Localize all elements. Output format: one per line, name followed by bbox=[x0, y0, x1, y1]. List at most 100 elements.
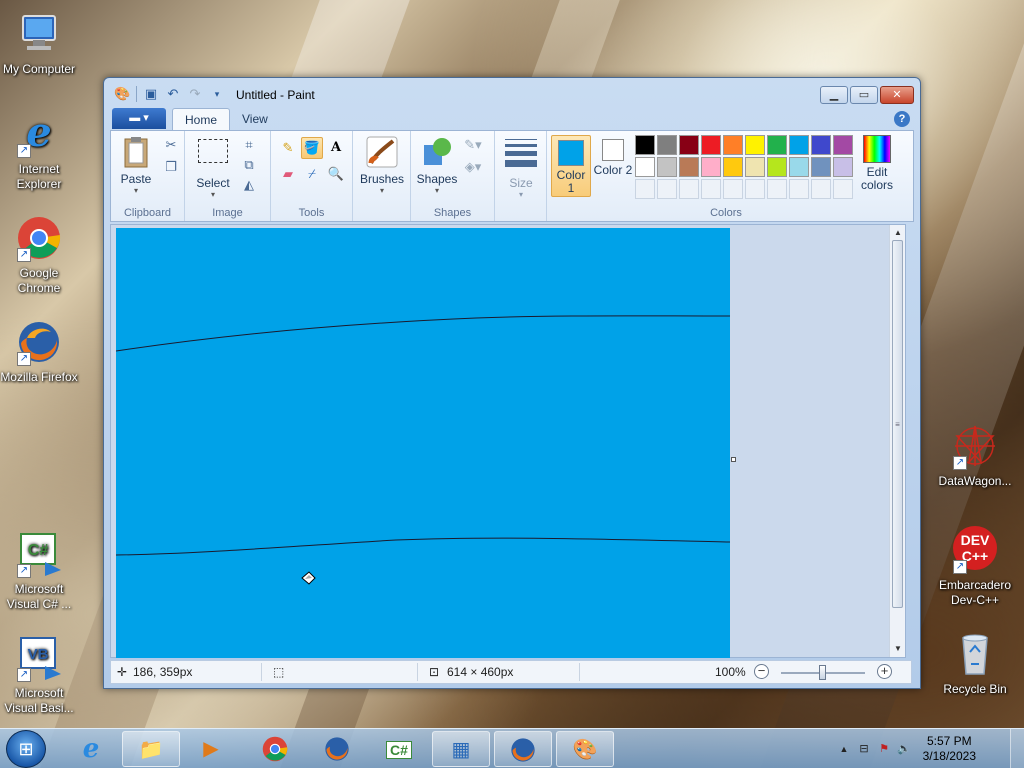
palette-color-swatch[interactable] bbox=[767, 157, 787, 177]
palette-color-swatch[interactable] bbox=[745, 157, 765, 177]
taskbar-chrome[interactable] bbox=[246, 731, 304, 767]
palette-color-swatch[interactable] bbox=[657, 135, 677, 155]
magnifier-icon[interactable]: 🔍 bbox=[325, 163, 347, 185]
save-icon[interactable]: ▣ bbox=[143, 86, 159, 102]
palette-color-swatch[interactable] bbox=[657, 157, 677, 177]
zoom-slider-thumb[interactable] bbox=[819, 665, 826, 680]
undo-icon[interactable]: ↶ bbox=[165, 86, 181, 102]
desktop-icon-visual-csharp[interactable]: C# ↗ Microsoft Visual C# ... bbox=[0, 530, 78, 612]
select-button[interactable]: Select ▾ bbox=[191, 135, 235, 199]
taskbar-visual-csharp[interactable]: C# bbox=[370, 731, 428, 767]
color2-button[interactable]: Color 2 bbox=[593, 135, 633, 197]
palette-color-swatch[interactable] bbox=[767, 135, 787, 155]
help-icon[interactable]: ? bbox=[894, 111, 910, 127]
palette-color-swatch[interactable] bbox=[723, 157, 743, 177]
palette-custom-slot[interactable] bbox=[679, 179, 699, 199]
drawing-canvas[interactable] bbox=[116, 228, 730, 658]
palette-custom-slot[interactable] bbox=[767, 179, 787, 199]
eraser-icon[interactable]: ▰ bbox=[277, 163, 299, 185]
scroll-down-arrow-icon[interactable]: ▼ bbox=[890, 641, 906, 657]
desktop-icon-my-computer[interactable]: My Computer bbox=[0, 10, 78, 77]
pencil-icon[interactable]: ✎ bbox=[277, 137, 299, 159]
taskbar-control-panel[interactable]: ▦ bbox=[432, 731, 490, 767]
palette-color-swatch[interactable] bbox=[833, 157, 853, 177]
desktop-icon-datawagon[interactable]: ↗ DataWagon... bbox=[936, 422, 1014, 489]
palette-color-swatch[interactable] bbox=[679, 157, 699, 177]
clock[interactable]: 5:57 PM 3/18/2023 bbox=[923, 734, 976, 764]
shapes-button[interactable]: Shapes ▾ bbox=[415, 135, 459, 195]
desktop-icon-mozilla-firefox[interactable]: ↗ Mozilla Firefox bbox=[0, 318, 78, 385]
palette-color-swatch[interactable] bbox=[701, 157, 721, 177]
text-icon[interactable]: A bbox=[325, 137, 347, 159]
fill-bucket-icon[interactable]: 🪣 bbox=[301, 137, 323, 159]
taskbar-file-explorer[interactable]: 📁 bbox=[122, 731, 180, 767]
minimize-button[interactable]: ▁ bbox=[820, 86, 848, 104]
size-button[interactable]: Size ▾ bbox=[499, 135, 543, 199]
outline-icon[interactable]: ✎▾ bbox=[463, 135, 483, 155]
edit-colors-button[interactable]: Edit colors bbox=[855, 135, 899, 192]
desktop-icon-recycle-bin[interactable]: Recycle Bin bbox=[936, 630, 1014, 697]
tab-view[interactable]: View bbox=[230, 108, 280, 130]
palette-custom-slot[interactable] bbox=[745, 179, 765, 199]
desktop-icon-devcpp[interactable]: DEV C++ ↗ Embarcadero Dev-C++ bbox=[936, 526, 1014, 608]
scroll-thumb[interactable]: ≡ bbox=[892, 240, 903, 608]
taskbar-media-player[interactable]: ▶ bbox=[182, 731, 240, 767]
zoom-out-button[interactable]: − bbox=[754, 664, 769, 679]
canvas-resize-handle[interactable] bbox=[731, 457, 736, 462]
palette-custom-slot[interactable] bbox=[701, 179, 721, 199]
palette-color-swatch[interactable] bbox=[679, 135, 699, 155]
windows-start-icon[interactable]: ⊞ bbox=[6, 730, 46, 768]
crop-icon[interactable]: ⌗ bbox=[239, 135, 259, 155]
copy-icon[interactable]: ❐ bbox=[161, 157, 181, 177]
palette-color-swatch[interactable] bbox=[701, 135, 721, 155]
network-icon[interactable]: ⊟ bbox=[856, 741, 872, 757]
palette-color-swatch[interactable] bbox=[635, 157, 655, 177]
palette-color-swatch[interactable] bbox=[833, 135, 853, 155]
cut-icon[interactable]: ✂ bbox=[161, 135, 181, 155]
desktop-icon-internet-explorer[interactable]: e ↗ Internet Explorer bbox=[0, 110, 78, 192]
chrome-icon: ↗ bbox=[15, 214, 63, 262]
taskbar-internet-explorer[interactable]: e bbox=[62, 731, 120, 767]
color-picker-icon[interactable]: ⌿ bbox=[301, 163, 323, 185]
fill-icon[interactable]: ◈▾ bbox=[463, 157, 483, 177]
desktop-icon-google-chrome[interactable]: ↗ Google Chrome bbox=[0, 214, 78, 296]
taskbar-firefox-window[interactable] bbox=[494, 731, 552, 767]
palette-color-swatch[interactable] bbox=[745, 135, 765, 155]
close-button[interactable]: ✕ bbox=[880, 86, 914, 104]
palette-color-swatch[interactable] bbox=[789, 157, 809, 177]
palette-color-swatch[interactable] bbox=[723, 135, 743, 155]
brushes-button[interactable]: Brushes ▾ bbox=[356, 135, 408, 195]
palette-custom-slot[interactable] bbox=[635, 179, 655, 199]
paste-button[interactable]: Paste ▾ bbox=[115, 135, 157, 195]
palette-custom-slot[interactable] bbox=[789, 179, 809, 199]
palette-custom-slot[interactable] bbox=[833, 179, 853, 199]
palette-color-swatch[interactable] bbox=[811, 157, 831, 177]
action-center-icon[interactable]: ⚑ bbox=[876, 741, 892, 757]
show-hidden-icons-icon[interactable]: ▲ bbox=[836, 741, 852, 757]
palette-color-swatch[interactable] bbox=[811, 135, 831, 155]
taskbar-paint[interactable]: 🎨 bbox=[556, 731, 614, 767]
palette-color-swatch[interactable] bbox=[789, 135, 809, 155]
scroll-up-arrow-icon[interactable]: ▲ bbox=[890, 225, 906, 241]
rotate-icon[interactable]: ◭ bbox=[239, 175, 259, 195]
resize-icon[interactable]: ⧉ bbox=[239, 155, 259, 175]
control-panel-icon: ▦ bbox=[451, 739, 471, 761]
palette-color-swatch[interactable] bbox=[635, 135, 655, 155]
palette-custom-slot[interactable] bbox=[657, 179, 677, 199]
paint-menu-button[interactable]: ▬ ▾ bbox=[112, 108, 166, 129]
customize-qat-icon[interactable]: ▾ bbox=[209, 86, 225, 102]
palette-custom-slot[interactable] bbox=[723, 179, 743, 199]
maximize-button[interactable]: ▭ bbox=[850, 86, 878, 104]
paint-app-icon[interactable]: 🎨 bbox=[114, 86, 130, 102]
redo-icon[interactable]: ↷ bbox=[187, 86, 203, 102]
desktop-icon-visual-basic[interactable]: VB ↗ Microsoft Visual Basi... bbox=[0, 634, 78, 716]
tab-home[interactable]: Home bbox=[172, 108, 231, 130]
color1-button[interactable]: Color 1 bbox=[551, 135, 591, 197]
vertical-scrollbar[interactable]: ▲ ≡ ▼ bbox=[889, 225, 905, 657]
taskbar-firefox[interactable] bbox=[308, 731, 366, 767]
zoom-in-button[interactable]: + bbox=[877, 664, 892, 679]
show-desktop-button[interactable] bbox=[1010, 729, 1024, 768]
title-bar[interactable]: 🎨 ▣ ↶ ↷ ▾ Untitled - Paint ▁ ▭ ✕ bbox=[104, 78, 920, 108]
volume-icon[interactable]: 🔈 bbox=[896, 741, 912, 757]
palette-custom-slot[interactable] bbox=[811, 179, 831, 199]
